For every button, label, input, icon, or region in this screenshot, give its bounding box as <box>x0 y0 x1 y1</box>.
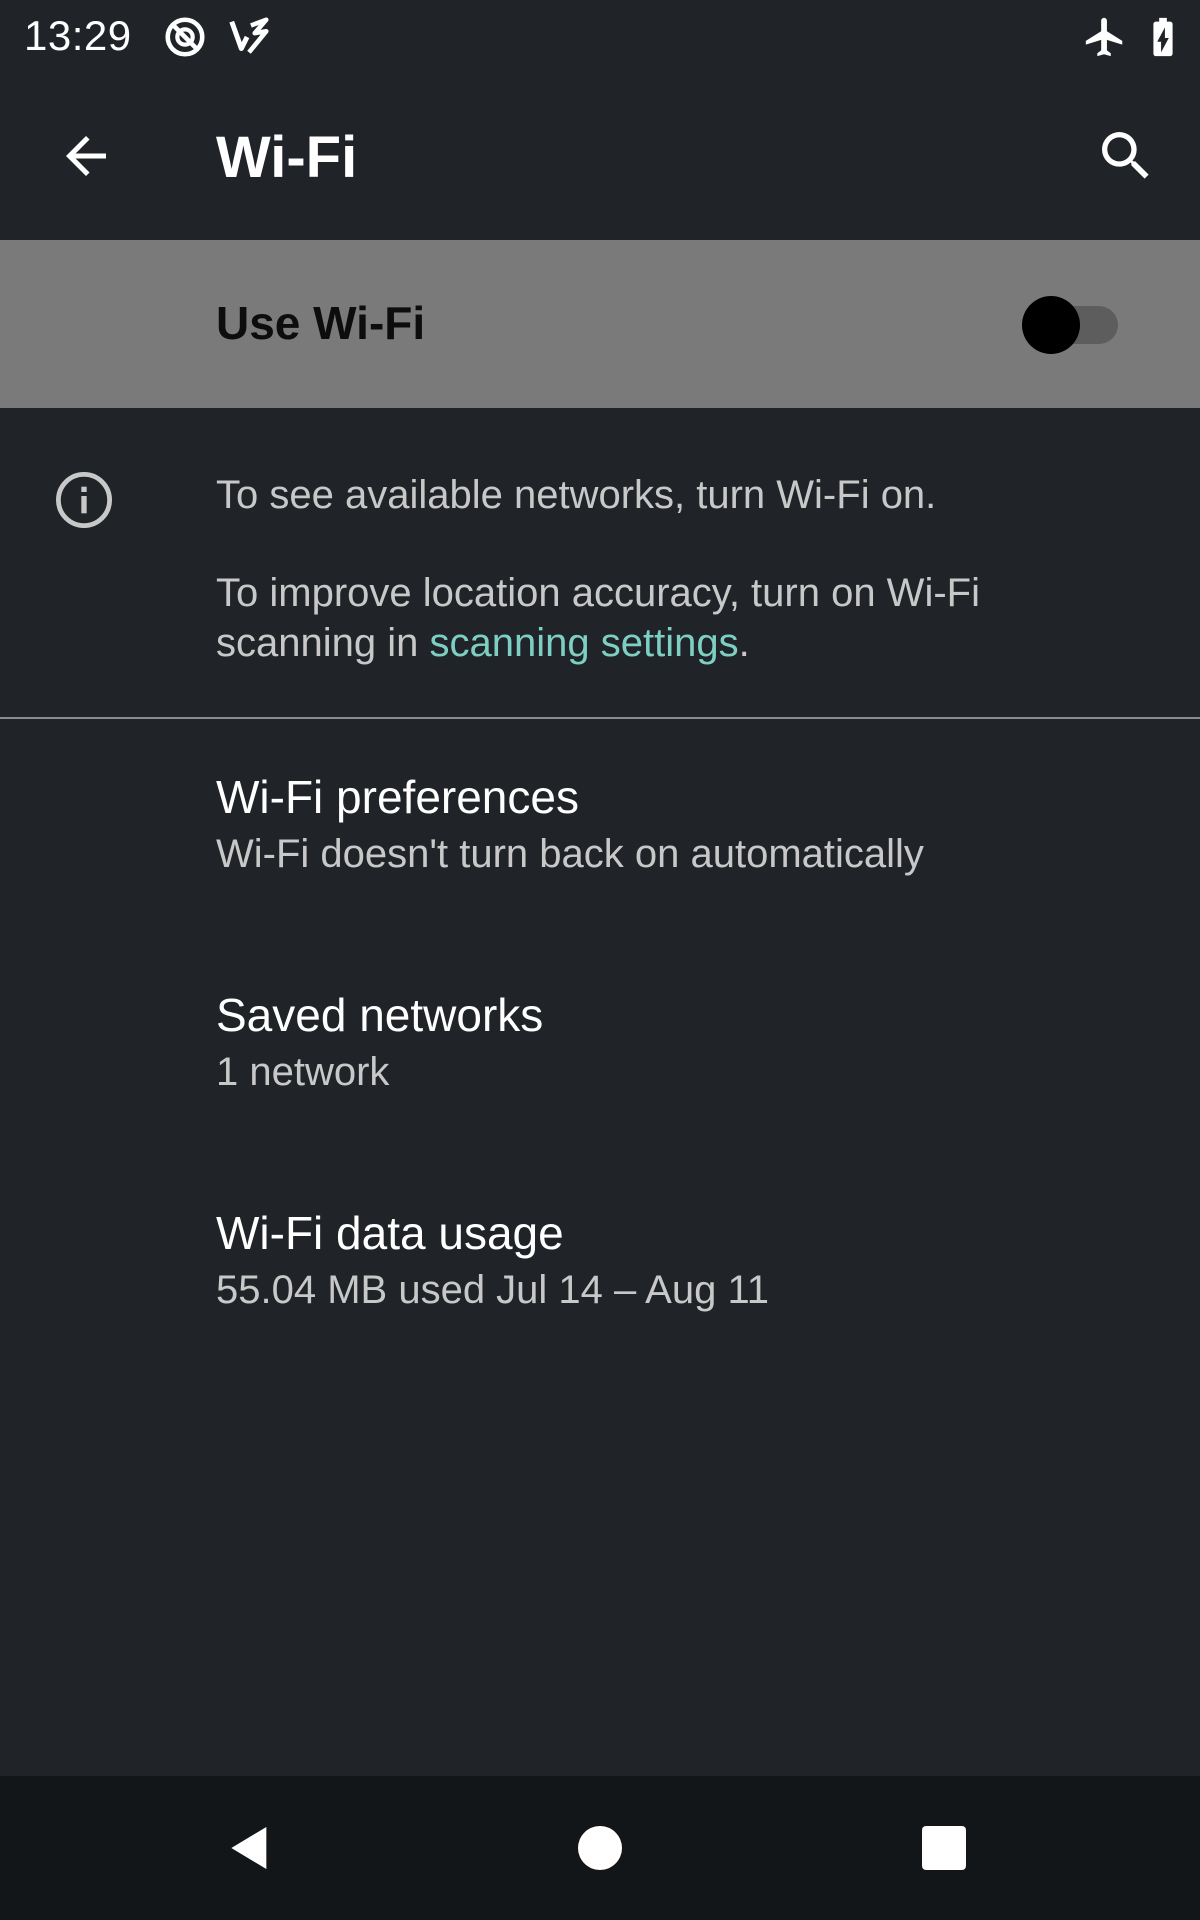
nav-recents-icon <box>922 1826 966 1870</box>
list-item-title: Wi-Fi preferences <box>216 771 579 823</box>
status-time: 13:29 <box>24 12 132 59</box>
nav-recents-button[interactable] <box>896 1800 992 1896</box>
battery-charging-icon <box>1153 17 1173 57</box>
divider <box>0 717 1200 719</box>
scanning-settings-link[interactable]: scanning settings <box>429 621 738 665</box>
info-text-scanning-suffix: . <box>738 621 750 665</box>
use-wifi-switch-row[interactable]: Use Wi-Fi <box>0 240 1200 408</box>
list-item-wifi-data-usage[interactable]: Wi-Fi data usage 55.04 MB used Jul 14 – … <box>0 1156 1200 1374</box>
list-item-summary: 55.04 MB used Jul 14 – Aug 11 <box>216 1268 769 1312</box>
use-wifi-label: Use Wi-Fi <box>216 297 426 349</box>
info-section: To see available networks, turn Wi-Fi on… <box>0 408 1200 718</box>
search-button[interactable] <box>1084 114 1168 198</box>
list-item-title: Wi-Fi data usage <box>216 1207 564 1259</box>
info-text-networks: To see available networks, turn Wi-Fi on… <box>216 473 937 517</box>
back-button[interactable] <box>44 114 128 198</box>
nav-back-button[interactable] <box>202 1800 298 1896</box>
toggle-thumb <box>1022 296 1080 354</box>
status-bar: 13:29 <box>0 0 1200 72</box>
list-item-summary: Wi-Fi doesn't turn back on automatically <box>216 832 924 876</box>
do-not-disturb-icon <box>165 17 205 57</box>
page-title: Wi-Fi <box>216 125 358 190</box>
airplane-mode-icon <box>1085 17 1123 57</box>
wifi-toggle[interactable] <box>1022 296 1118 354</box>
navigation-bar <box>0 1776 1200 1920</box>
list-item-wifi-preferences[interactable]: Wi-Fi preferences Wi-Fi doesn't turn bac… <box>0 720 1200 938</box>
arrow-back-icon <box>66 136 106 176</box>
info-icon <box>55 471 113 529</box>
app-bar: Wi-Fi <box>0 72 1200 240</box>
list-item-saved-networks[interactable]: Saved networks 1 network <box>0 938 1200 1156</box>
search-icon <box>1102 132 1149 179</box>
nav-home-button[interactable] <box>552 1800 648 1896</box>
vpn-key-icon <box>229 17 269 54</box>
list-item-title: Saved networks <box>216 989 544 1041</box>
nav-home-icon <box>578 1826 622 1870</box>
list-item-summary: 1 network <box>216 1050 390 1094</box>
nav-back-icon <box>231 1827 267 1869</box>
info-text-scanning: To improve location accuracy, turn on Wi… <box>216 568 1116 668</box>
